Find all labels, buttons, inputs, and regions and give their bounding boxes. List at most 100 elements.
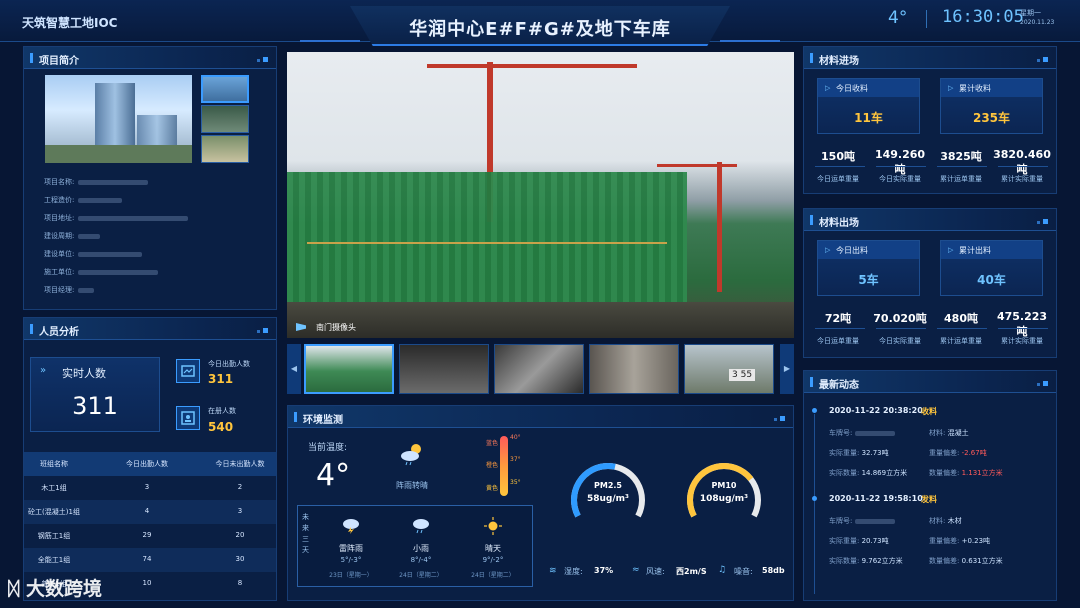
today-receive-card[interactable]: ▷ 今日收料 11车: [817, 78, 920, 134]
news-type: 收料: [921, 407, 937, 416]
thermo-level: 蓝色: [486, 440, 499, 447]
camera-video-feed[interactable]: [287, 52, 794, 338]
material-in-header: 材料进场: [804, 47, 1056, 69]
environment-panel-header: 环境监测: [288, 406, 793, 428]
project-field: 工程造价:: [44, 195, 123, 205]
play-icon: ▷: [825, 84, 831, 92]
table-header-cell: 班组名称: [40, 460, 68, 468]
noise-label: 噪音:: [734, 567, 753, 576]
table-row[interactable]: 砼工(混凝土)1组 4 3: [24, 500, 276, 524]
stat-value: 480吨: [944, 312, 978, 325]
news-field: 材料: 木材: [929, 517, 962, 525]
video-thumb-2[interactable]: [399, 344, 489, 394]
video-thumb-5[interactable]: 3 55: [684, 344, 774, 394]
news-time: 2020-11-22 20:38:20: [829, 406, 923, 415]
project-field: 项目名称:: [44, 177, 149, 187]
calendar-chart-icon: [176, 359, 200, 383]
header-divider: [926, 10, 927, 28]
material-in-title: 材料进场: [819, 56, 859, 67]
stat-value: 70.020吨: [873, 312, 927, 325]
today-attendance-label: 今日出勤人数: [208, 360, 250, 368]
forecast-temp: 5°/-3°: [340, 556, 362, 564]
forecast-temp: 9°/-2°: [482, 556, 504, 564]
table-row[interactable]: 钢筋工1组 29 20: [24, 524, 276, 548]
video-thumb-4[interactable]: [589, 344, 679, 394]
thermometer-icon: [500, 436, 508, 496]
thumb-prev-button[interactable]: ◀: [287, 344, 301, 394]
forecast-condition: 晴天: [485, 544, 501, 553]
news-field: 实际数量: 14.869立方米: [829, 469, 908, 477]
camera-label: 南门摄像头: [316, 323, 356, 332]
table-cell: 8: [237, 579, 243, 587]
app-title: 天筑智慧工地IOC: [22, 16, 118, 30]
news-field: 实际重量: 20.73吨: [829, 537, 889, 545]
project-field: 项目经理:: [44, 285, 95, 295]
video-thumb-3[interactable]: [494, 344, 584, 394]
table-row[interactable]: 木工1组 3 2: [24, 476, 276, 500]
total-dispatch-card[interactable]: ▷ 累计出料 40车: [940, 240, 1043, 296]
panel-dots-icon: [771, 414, 785, 424]
panel-dots-icon: [254, 55, 268, 65]
table-cell: 29: [142, 531, 152, 539]
panel-dots-icon: [1034, 217, 1048, 227]
total-dispatch-value: 40车: [977, 273, 1006, 287]
thumb-next-button[interactable]: ▶: [780, 344, 794, 394]
table-cell: 30: [235, 555, 245, 563]
table-cell: 3: [237, 507, 243, 515]
project-field: 施工单位:: [44, 267, 159, 277]
humidity-icon: ≋: [549, 566, 557, 576]
news-panel: 最新动态: [803, 370, 1057, 601]
forecast-date: 24日（星期二）: [471, 572, 515, 579]
humidity-label: 湿度:: [564, 567, 583, 576]
wind-icon: ≈: [632, 565, 640, 575]
current-temp-label: 当前温度:: [308, 443, 348, 453]
stat-value: 475.223吨: [996, 310, 1048, 338]
play-icon: ▷: [825, 246, 831, 254]
panel-dots-icon: [254, 326, 268, 336]
table-cell: 2: [237, 483, 243, 491]
total-receive-label: 累计收料: [959, 84, 991, 93]
total-dispatch-label: 累计出料: [959, 246, 991, 255]
today-dispatch-card[interactable]: ▷ 今日出料 5车: [817, 240, 920, 296]
stat-label: 今日实际重量: [879, 337, 921, 345]
environment-panel-title: 环境监测: [303, 415, 343, 426]
table-cell: 4: [144, 507, 150, 515]
personnel-panel-header: 人员分析: [24, 318, 276, 340]
news-field: 材料: 混凝土: [929, 429, 969, 437]
realtime-label: 实时人数: [62, 367, 106, 380]
table-cell: 3: [144, 483, 150, 491]
thermo-tick: 35°: [510, 479, 521, 486]
pm10-value: 108ug/m³: [699, 494, 749, 504]
thermo-level: 橙色: [486, 462, 499, 469]
project-thumb-2[interactable]: [201, 105, 249, 133]
project-thumb-3[interactable]: [201, 135, 249, 163]
total-receive-card[interactable]: ▷ 累计收料 235车: [940, 78, 1043, 134]
watermark-logo: ᛞ 大数跨境: [8, 578, 103, 600]
stat-value: 149.260吨: [874, 148, 926, 176]
table-cell: 74: [142, 555, 152, 563]
pm10-gauge: [687, 463, 761, 518]
noise-icon: ♫: [718, 565, 727, 575]
table-row[interactable]: 全能工1组 74 30: [24, 548, 276, 572]
stat-value: 150吨: [821, 150, 855, 163]
project-panel-title: 项目简介: [39, 56, 79, 67]
stat-label: 今日运单重量: [817, 337, 859, 345]
table-cell: 砼工(混凝土)1组: [28, 508, 80, 516]
project-thumb-1[interactable]: [201, 75, 249, 103]
stat-label: 累计实际重量: [1001, 175, 1043, 183]
today-dispatch-value: 5车: [858, 273, 879, 287]
forecast-date: 24日（星期二）: [399, 572, 443, 579]
table-cell: 全能工1组: [37, 556, 71, 564]
table-cell: 20: [235, 531, 245, 539]
today-receive-value: 11车: [854, 111, 883, 125]
thermo-tick: 37°: [510, 456, 521, 463]
news-field: 数量偏差: 1.131立方米: [929, 469, 1003, 477]
stat-value: 3825吨: [940, 150, 982, 163]
table-header-row: 班组名称 今日出勤人数 今日未出勤人数: [24, 452, 276, 476]
table-cell: 10: [142, 579, 152, 587]
pm25-gauge: [571, 463, 645, 518]
realtime-value: 311: [72, 392, 118, 420]
forecast-condition: 雷阵雨: [339, 544, 363, 553]
forecast-temp: 8°/-4°: [410, 556, 432, 564]
video-thumb-1[interactable]: [304, 344, 394, 394]
